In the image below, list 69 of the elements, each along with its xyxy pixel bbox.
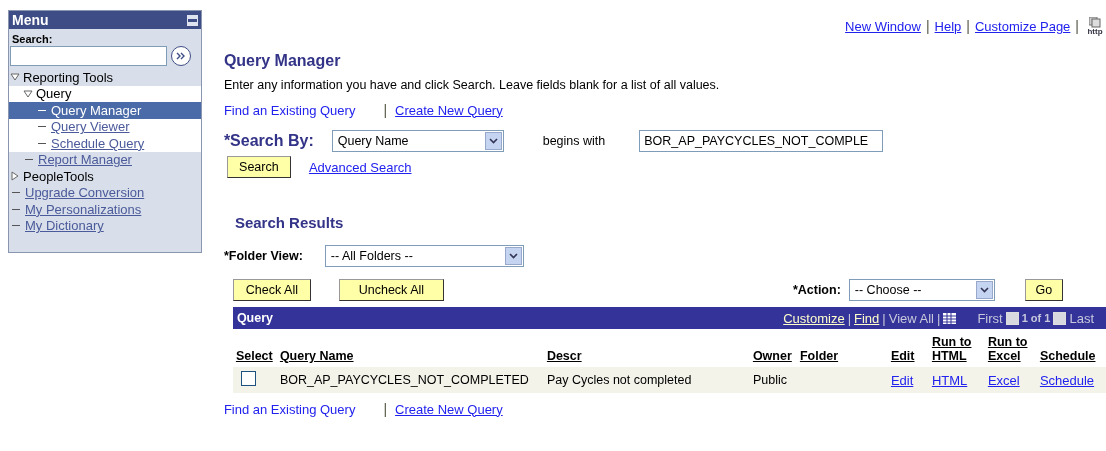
menu-link[interactable]: My Personalizations — [25, 201, 142, 217]
separator: | — [847, 310, 852, 326]
top-link[interactable]: Customize Page — [974, 18, 1071, 34]
top-link[interactable]: New Window — [845, 18, 921, 34]
separator: | — [937, 310, 941, 326]
page-title: Query Manager — [223, 52, 342, 70]
column-header[interactable]: Owner — [752, 349, 797, 363]
action-label: *Action: — [792, 283, 841, 297]
view-all-text: View All — [888, 310, 934, 326]
table-cell: Public — [752, 373, 787, 387]
separator: | — [1075, 18, 1079, 34]
column-header[interactable]: Schedule — [1039, 349, 1106, 363]
collapse-icon[interactable] — [186, 14, 198, 26]
column-header[interactable]: Query Name — [279, 349, 544, 363]
menu-link[interactable]: Upgrade Conversion — [25, 185, 145, 201]
table-cell: Pay Cycles not completed — [546, 373, 692, 387]
grid-link[interactable]: Customize — [783, 310, 845, 326]
grid-link[interactable]: Find — [854, 310, 880, 326]
grid-title: Query — [236, 311, 274, 325]
separator: | — [966, 18, 970, 34]
column-header[interactable]: Run to HTML — [931, 335, 985, 363]
search-label: Search: — [11, 32, 54, 46]
uncheck-all-button[interactable]: Uncheck All — [338, 279, 444, 301]
go-button[interactable]: Go — [1024, 279, 1063, 301]
menu-folder[interactable]: Query — [36, 86, 72, 102]
check-all-button[interactable]: Check All — [232, 279, 311, 301]
folder-view-label: *Folder View: — [223, 249, 303, 263]
operator-label: begins with — [542, 134, 606, 148]
column-header[interactable]: Descr — [546, 349, 750, 363]
create-link[interactable]: Create New Query — [395, 401, 503, 417]
column-header[interactable]: Run to Excel — [987, 335, 1037, 363]
top-link[interactable]: Help — [934, 18, 962, 34]
row-checkbox[interactable] — [240, 371, 256, 386]
separator: | — [383, 401, 388, 417]
advanced-search-link[interactable]: Advanced Search — [308, 159, 412, 175]
menu-title: Menu — [12, 12, 49, 28]
search-button[interactable]: Search — [226, 156, 291, 178]
column-header[interactable]: Folder — [799, 349, 888, 363]
grid-icon[interactable] — [943, 312, 957, 324]
separator: | — [882, 310, 886, 326]
triangle-icon[interactable] — [23, 88, 33, 99]
last-text: Last — [1069, 310, 1094, 326]
next-icon[interactable] — [1053, 311, 1067, 325]
previous-icon[interactable] — [1005, 311, 1019, 325]
go-icon[interactable] — [171, 46, 191, 66]
search-by-label: *Search By: — [223, 132, 314, 150]
create-link[interactable]: Create New Query — [395, 102, 503, 118]
first-text: First — [977, 310, 1003, 326]
find-link[interactable]: Find an Existing Query — [223, 401, 356, 417]
action-dropdown[interactable]: -- Choose -- — [848, 279, 995, 301]
column-header[interactable]: Edit — [890, 349, 929, 363]
folder-dropdown[interactable]: -- All Folders -- — [324, 245, 524, 267]
instructions: Enter any information you have and click Search. Leave fields blank for a list of all values. — [223, 78, 721, 92]
page-count: 1 of 1 — [1021, 312, 1051, 324]
menu-link[interactable]: My Dictionary — [25, 218, 104, 234]
triangle-icon[interactable] — [10, 72, 20, 83]
separator: | — [383, 102, 388, 118]
triangle-icon[interactable] — [10, 171, 20, 182]
menu-link[interactable]: Report Manager — [38, 152, 132, 168]
menu-folder[interactable]: PeopleTools — [23, 168, 94, 184]
menu-folder[interactable]: Reporting Tools — [23, 69, 114, 85]
menu-search-field[interactable] — [10, 46, 167, 66]
column-header[interactable]: Select — [235, 349, 277, 363]
search-value-field[interactable]: BOR_AP_PAYCYCLES_NOT_COMPLE — [639, 130, 884, 152]
section-title: Search Results — [234, 214, 345, 231]
find-link[interactable]: Find an Existing Query — [223, 102, 356, 118]
table-cell: BOR_AP_PAYCYCLES_NOT_COMPLETED — [279, 373, 529, 387]
separator: | — [925, 18, 930, 34]
search-by-dropdown[interactable]: Query Name — [331, 130, 504, 152]
